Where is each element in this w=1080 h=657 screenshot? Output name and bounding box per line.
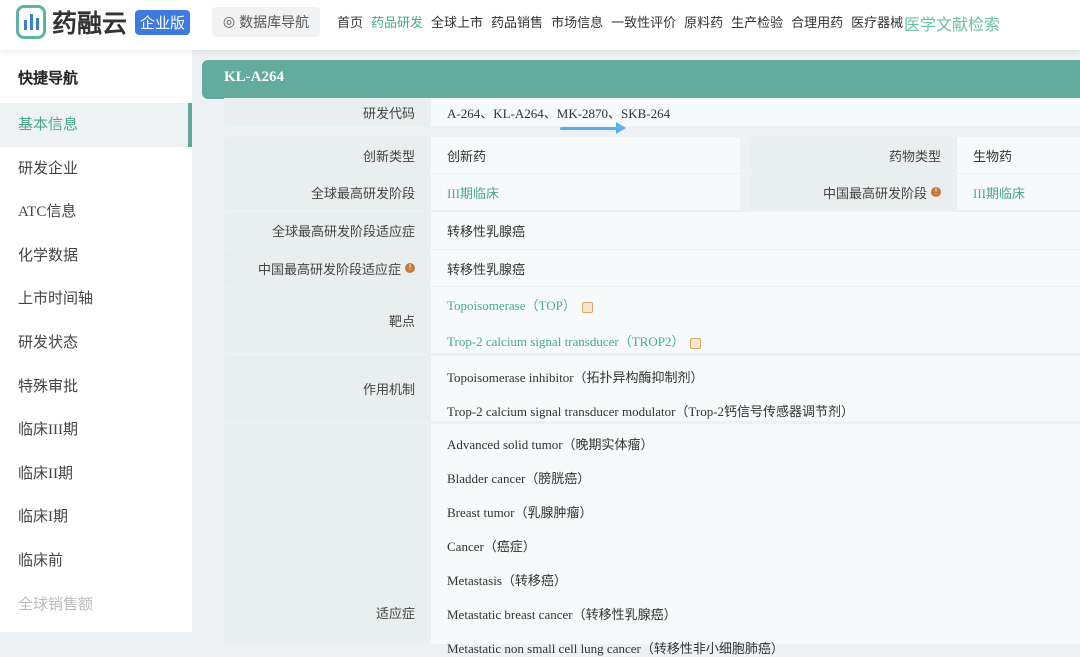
nav-item[interactable]: 合理用药: [791, 12, 843, 31]
indication-item: Advanced solid tumor（晚期实体瘤）: [447, 437, 654, 452]
global-phase-value[interactable]: III期临床: [431, 174, 740, 210]
indication-item: Bladder cancer（膀胱癌）: [447, 471, 591, 486]
indication-item: Metastatic non small cell lung cancer（转移…: [447, 641, 784, 656]
nav-item[interactable]: 生产检验: [731, 12, 783, 31]
quick-nav-sidebar: 快捷导航 基本信息 研发企业 ATC信息 化学数据 上市时间轴 研发状态 特殊审批 临床III…: [0, 50, 192, 632]
mechanism-values: Topoisomerase inhibitor（拓扑异构酶抑制剂） Trop-2…: [431, 356, 1080, 421]
china-indication-label-text: 中国最高研发阶段适应症: [257, 261, 401, 277]
nav-item[interactable]: 药品销售: [491, 12, 543, 31]
logo[interactable]: 药融云 企业版: [16, 4, 191, 40]
innovation-label: 创新类型: [224, 137, 431, 173]
database-nav-button[interactable]: ◎ 数据库导航: [212, 7, 320, 37]
sidebar-item[interactable]: 全球销售额: [0, 583, 192, 627]
global-indication-value: 转移性乳腺癌: [431, 212, 1080, 249]
compass-icon: ◎: [222, 14, 236, 30]
nav-item[interactable]: 全球上市: [431, 12, 483, 31]
sidebar-title: 快捷导航: [18, 71, 79, 87]
global-phase-label: 全球最高研发阶段: [224, 174, 431, 210]
nav-item[interactable]: 市场信息: [551, 12, 603, 31]
nav-item[interactable]: 首页: [337, 12, 363, 31]
code-value: A-264、KL-A264、MK-2870、SKB-264: [431, 98, 1080, 126]
literature-search-link[interactable]: 医学文献检索: [904, 11, 1000, 35]
sidebar-item[interactable]: 研发企业: [0, 147, 192, 191]
china-indication-label: 中国最高研发阶段适应症!: [224, 250, 431, 286]
drug-type-label: 药物类型: [750, 137, 957, 173]
edition-badge: 企业版: [135, 9, 191, 35]
logo-icon: [16, 5, 46, 39]
sidebar-item[interactable]: 临床II期: [0, 452, 192, 496]
target-link[interactable]: Topoisomerase（TOP）: [447, 298, 576, 313]
target-label: 靶点: [224, 287, 431, 353]
china-phase-label: 中国最高研发阶段!: [750, 174, 957, 210]
code-label: 研发代码: [224, 98, 431, 126]
drug-title-bar: KL-A264: [202, 60, 1080, 99]
info-icon[interactable]: !: [405, 263, 415, 273]
main-nav: 首页 药品研发 全球上市 药品销售 市场信息 一致性评价 原料药 生产检验 合理用药 医疗器械: [337, 12, 903, 31]
sidebar-item[interactable]: 上市时间轴: [0, 277, 192, 321]
sidebar-item[interactable]: 临床前: [0, 539, 192, 583]
sidebar-item[interactable]: 基本信息: [0, 103, 192, 147]
innovation-value: 创新药: [431, 137, 740, 173]
target-values: Topoisomerase（TOP） Trop-2 calcium signal…: [431, 287, 1080, 353]
sidebar-item[interactable]: 研发状态: [0, 321, 192, 365]
drug-type-value: 生物药: [957, 137, 1080, 173]
indication-label: 适应症: [224, 424, 431, 644]
nav-item[interactable]: 一致性评价: [611, 12, 676, 31]
sidebar-item[interactable]: 临床I期: [0, 495, 192, 539]
logo-text: 药融云: [52, 9, 128, 38]
mechanism-item: Trop-2 calcium signal transducer modulat…: [447, 404, 855, 419]
china-phase-label-text: 中国最高研发阶段: [822, 185, 927, 201]
arrow-annotation: [560, 122, 626, 134]
indication-item: Metastasis（转移癌）: [447, 573, 567, 588]
sidebar-item[interactable]: 临床III期: [0, 408, 192, 452]
target-item: Trop-2 calcium signal transducer（TROP2）: [447, 331, 702, 350]
external-link-icon[interactable]: [581, 301, 593, 313]
china-indication-value: 转移性乳腺癌: [431, 250, 1080, 286]
target-link[interactable]: Trop-2 calcium signal transducer（TROP2）: [447, 334, 684, 349]
target-item: Topoisomerase（TOP）: [447, 295, 593, 314]
info-icon[interactable]: !: [931, 187, 941, 197]
sidebar-item[interactable]: ATC信息: [0, 190, 192, 234]
mechanism-label: 作用机制: [224, 356, 431, 421]
external-link-icon[interactable]: [690, 337, 702, 349]
mechanism-item: Topoisomerase inhibitor（拓扑异构酶抑制剂）: [447, 370, 704, 385]
indication-values: Advanced solid tumor（晚期实体瘤） Bladder cance…: [431, 424, 1080, 656]
sidebar-item[interactable]: 化学数据: [0, 234, 192, 278]
global-indication-label: 全球最高研发阶段适应症: [224, 212, 431, 249]
china-phase-value[interactable]: III期临床: [957, 174, 1080, 210]
nav-item[interactable]: 医疗器械: [851, 12, 903, 31]
indication-item: Metastatic breast cancer（转移性乳腺癌）: [447, 607, 677, 622]
nav-item[interactable]: 药品研发: [371, 12, 423, 31]
database-nav-label: 数据库导航: [239, 15, 310, 31]
sidebar-item[interactable]: 特殊审批: [0, 365, 192, 409]
indication-item: Breast tumor（乳腺肿瘤）: [447, 505, 593, 520]
indication-item: Cancer（癌症）: [447, 539, 536, 554]
top-bar: 药融云 企业版 ◎ 数据库导航 首页 药品研发 全球上市 药品销售 市场信息 一致性评价 原料…: [0, 0, 1080, 50]
nav-item[interactable]: 原料药: [684, 12, 723, 31]
